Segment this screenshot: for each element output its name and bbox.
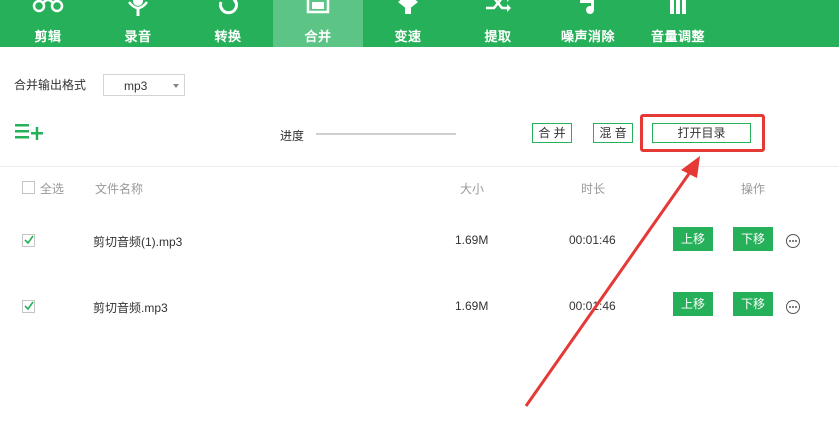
annotation-arrow bbox=[524, 156, 700, 407]
